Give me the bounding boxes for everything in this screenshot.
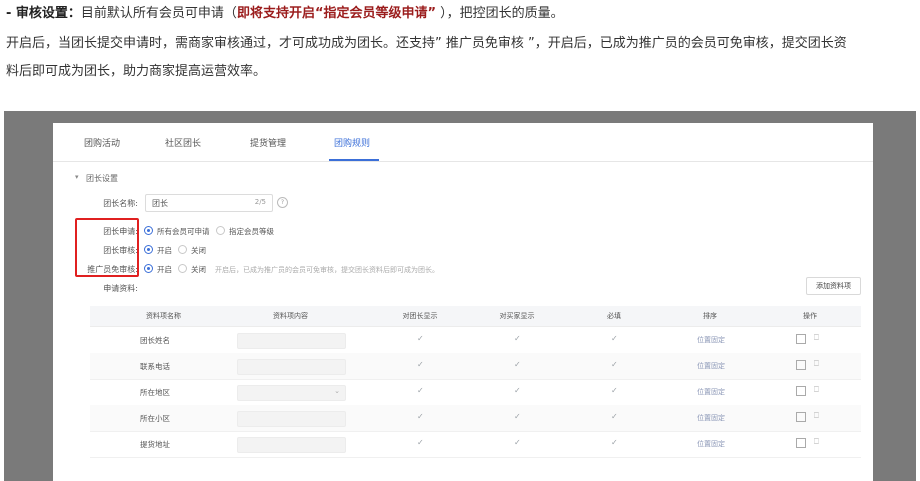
sort-fixed-label: 位置固定 <box>697 362 725 370</box>
apply-info-label: 申请资料: <box>103 284 138 293</box>
table-row: 所在地区 ⌄ ✓ ✓ ✓ 位置固定 ⎕ <box>90 379 861 406</box>
leader-visible-check-icon: ✓ <box>417 334 424 343</box>
audit-off-option[interactable]: 关闭 <box>191 245 206 256</box>
tab-group-buy-activity[interactable]: 团购活动 <box>84 136 120 149</box>
col-header-actions: 操作 <box>803 312 817 320</box>
leader-visible-check-icon: ✓ <box>417 412 424 421</box>
buyer-visible-check-icon: ✓ <box>514 438 521 447</box>
tab-group-buy-rules[interactable]: 团购规则 <box>334 136 370 149</box>
section-title: 团长设置 <box>86 174 118 183</box>
trash-icon[interactable]: ⎕ <box>814 359 819 369</box>
edit-icon[interactable] <box>796 334 806 344</box>
info-item-content-field[interactable] <box>237 411 346 427</box>
col-header-required: 必填 <box>607 312 621 320</box>
required-check-icon: ✓ <box>611 360 618 369</box>
buyer-visible-check-icon: ✓ <box>514 360 521 369</box>
doc-audit-prefix: - 审核设置： <box>6 6 81 21</box>
add-info-item-button[interactable]: 添加资料项 <box>806 277 861 295</box>
col-header-name: 资料项名称 <box>146 312 181 320</box>
info-item-name: 提货地址 <box>140 440 170 449</box>
col-header-leader-visible: 对团长显示 <box>402 312 438 320</box>
chevron-down-icon: ⌄ <box>334 387 340 395</box>
audit-on-radio[interactable] <box>144 245 153 254</box>
leader-visible-check-icon: ✓ <box>417 438 424 447</box>
screenshot-frame: 团购活动 社区团长 提货管理 团购规则 ▾ 团长设置 团长名称: 团长 2/5 … <box>4 111 916 481</box>
apply-all-members-radio[interactable] <box>144 226 153 235</box>
highlight-box <box>75 218 139 277</box>
doc-audit-highlight: 即将支持开启“指定会员等级申请” <box>236 6 437 21</box>
info-item-content-field[interactable]: ⌄ <box>237 385 346 401</box>
required-check-icon: ✓ <box>611 334 618 343</box>
audit-off-radio[interactable] <box>178 245 187 254</box>
leader-name-label: 团长名称: <box>103 199 138 208</box>
info-item-name: 团长姓名 <box>140 336 170 345</box>
promoter-on-radio[interactable] <box>144 264 153 273</box>
leader-name-input[interactable]: 团长 2/5 <box>145 194 273 212</box>
doc-line-description-1: 开启后，当团长提交申请时，需商家审核通过，才可成功成为团长。还支持” 推广员免审… <box>6 36 847 51</box>
sort-fixed-label: 位置固定 <box>697 388 725 396</box>
table-row: 提货地址 ✓ ✓ ✓ 位置固定 ⎕ <box>90 431 861 458</box>
info-item-content-field[interactable] <box>237 359 346 375</box>
col-header-buyer-visible: 对买家显示 <box>499 312 535 320</box>
leader-name-count: 2/5 <box>254 198 266 206</box>
promoter-off-radio[interactable] <box>178 264 187 273</box>
leader-visible-check-icon: ✓ <box>417 386 424 395</box>
collapse-caret-icon[interactable]: ▾ <box>75 173 79 181</box>
leader-name-value: 团长 <box>152 199 168 208</box>
edit-icon[interactable] <box>796 386 806 396</box>
promoter-hint: 开启后，已成为推广员的会员可免审核，提交团长资料后即可成为团长。 <box>215 266 439 274</box>
buyer-visible-check-icon: ✓ <box>514 386 521 395</box>
doc-line-description-2: 料后即可成为团长，助力商家提高运营效率。 <box>6 64 267 79</box>
table-row: 团长姓名 ✓ ✓ ✓ 位置固定 ⎕ <box>90 327 861 354</box>
edit-icon[interactable] <box>796 438 806 448</box>
sort-fixed-label: 位置固定 <box>697 414 725 422</box>
tab-pickup-management[interactable]: 提货管理 <box>250 136 286 149</box>
settings-panel: 团购活动 社区团长 提货管理 团购规则 ▾ 团长设置 团长名称: 团长 2/5 … <box>53 123 873 481</box>
trash-icon[interactable]: ⎕ <box>814 333 819 343</box>
buyer-visible-check-icon: ✓ <box>514 412 521 421</box>
info-item-content-field[interactable] <box>237 333 346 349</box>
col-header-sort: 排序 <box>703 312 717 320</box>
tab-community-leader[interactable]: 社区团长 <box>165 136 201 149</box>
help-icon[interactable]: ? <box>277 197 288 208</box>
apply-member-level-option[interactable]: 指定会员等级 <box>229 226 274 237</box>
info-item-name: 所在地区 <box>140 388 170 397</box>
sort-fixed-label: 位置固定 <box>697 440 725 448</box>
table-row: 所在小区 ✓ ✓ ✓ 位置固定 ⎕ <box>90 405 861 432</box>
info-item-name: 所在小区 <box>140 414 170 423</box>
leader-visible-check-icon: ✓ <box>417 360 424 369</box>
apply-member-level-radio[interactable] <box>216 226 225 235</box>
info-item-content-field[interactable] <box>237 437 346 453</box>
trash-icon[interactable]: ⎕ <box>814 437 819 447</box>
edit-icon[interactable] <box>796 360 806 370</box>
table-header: 资料项名称 资料项内容 对团长显示 对买家显示 必填 排序 操作 <box>90 306 861 327</box>
active-tab-underline <box>329 159 379 161</box>
edit-icon[interactable] <box>796 412 806 422</box>
doc-audit-text-b: ），把控团长的质量。 <box>436 6 564 21</box>
required-check-icon: ✓ <box>611 438 618 447</box>
trash-icon[interactable]: ⎕ <box>814 411 819 421</box>
audit-on-option[interactable]: 开启 <box>157 245 172 256</box>
col-header-content: 资料项内容 <box>273 312 308 320</box>
doc-line-audit: - 审核设置：目前默认所有会员可申请（即将支持开启“指定会员等级申请” ），把控… <box>6 5 564 23</box>
trash-icon[interactable]: ⎕ <box>814 385 819 395</box>
apply-all-members-option[interactable]: 所有会员可申请 <box>157 226 210 237</box>
buyer-visible-check-icon: ✓ <box>514 334 521 343</box>
sort-fixed-label: 位置固定 <box>697 336 725 344</box>
table-row: 联系电话 ✓ ✓ ✓ 位置固定 ⎕ <box>90 353 861 380</box>
tab-bar: 团购活动 社区团长 提货管理 团购规则 <box>53 123 873 162</box>
required-check-icon: ✓ <box>611 412 618 421</box>
promoter-on-option[interactable]: 开启 <box>157 264 172 275</box>
info-item-name: 联系电话 <box>140 362 170 371</box>
promoter-off-option[interactable]: 关闭 <box>191 264 206 275</box>
required-check-icon: ✓ <box>611 386 618 395</box>
doc-audit-text-a: 目前默认所有会员可申请（ <box>80 6 237 21</box>
